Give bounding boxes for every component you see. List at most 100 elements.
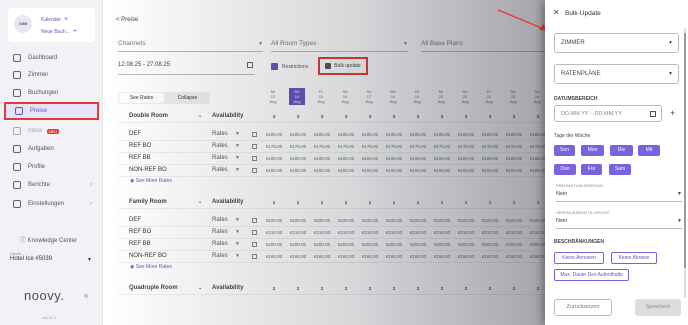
availability-cell[interactable]: 2	[457, 286, 475, 291]
price-cell[interactable]: €220.00	[409, 218, 427, 223]
weekday-friday[interactable]: Fre	[581, 164, 602, 175]
availability-cell[interactable]: 2	[433, 286, 451, 291]
price-cell[interactable]: €165.00	[457, 156, 475, 161]
date-column-header[interactable]: Sa 23 Aug	[505, 88, 521, 105]
availability-cell[interactable]: 1	[457, 200, 475, 205]
availability-cell[interactable]: 2	[481, 286, 499, 291]
room-types-select[interactable]: All Room Types ▼	[271, 40, 408, 52]
price-cell[interactable]: €220.00	[433, 218, 451, 223]
price-cell[interactable]: €220.00	[385, 218, 403, 223]
availability-cell[interactable]: 3	[409, 114, 427, 119]
price-cell[interactable]: €175.00	[433, 144, 451, 149]
collapse-sidebar-icon[interactable]: «	[84, 291, 88, 300]
availability-cell[interactable]: 1	[265, 200, 283, 205]
price-cell[interactable]: €200.00	[385, 242, 403, 247]
price-cell[interactable]: €220.00	[337, 218, 355, 223]
price-cell[interactable]: €155.00	[433, 168, 451, 173]
availability-cell[interactable]: 3	[481, 114, 499, 119]
price-cell[interactable]: €165.00	[265, 156, 283, 161]
copy-icon[interactable]	[252, 253, 257, 259]
price-cell[interactable]: €200.00	[265, 242, 283, 247]
availability-cell[interactable]: 2	[505, 286, 523, 291]
bulk-update-checkbox[interactable]: Bulk update	[318, 57, 368, 75]
copy-icon[interactable]	[252, 155, 257, 161]
price-cell[interactable]: €185.00	[289, 132, 307, 137]
channels-select[interactable]: Channels ▼	[118, 40, 263, 52]
availability-cell[interactable]: 2	[289, 286, 307, 291]
price-cell[interactable]: €185.00	[313, 132, 331, 137]
price-cell[interactable]: €210.00	[433, 230, 451, 235]
chevron-down-icon[interactable]: ▼	[235, 229, 240, 235]
price-cell[interactable]: €210.00	[337, 230, 355, 235]
price-cell[interactable]: €190.00	[433, 254, 451, 259]
price-cell[interactable]: €200.00	[505, 242, 523, 247]
sidebar-item-settings[interactable]: Einstellungen ›	[4, 197, 99, 211]
see-more-rates-link[interactable]: ◉ See More Rates	[130, 178, 172, 184]
copy-icon[interactable]	[252, 241, 257, 247]
price-cell[interactable]: €165.00	[409, 156, 427, 161]
price-cell[interactable]: €165.00	[337, 156, 355, 161]
price-cell[interactable]: €190.00	[457, 254, 475, 259]
availability-cell[interactable]: 3	[289, 114, 307, 119]
no-arrival-chip[interactable]: Keine Anreisen	[554, 252, 604, 264]
availability-cell[interactable]: 2	[313, 286, 331, 291]
chevron-down-icon[interactable]: ▼	[235, 143, 240, 149]
date-column-header[interactable]: So 17 Aug	[361, 88, 377, 105]
chevron-down-icon[interactable]: ▼	[235, 167, 240, 173]
availability-cell[interactable]: 3	[361, 114, 379, 119]
room-select[interactable]: ZIMMER ▼	[554, 33, 679, 53]
date-column-header[interactable]: Fr 15 Aug	[313, 88, 329, 105]
availability-cell[interactable]: 3	[313, 114, 331, 119]
chevron-down-icon[interactable]: ⌄	[198, 113, 202, 119]
chevron-down-icon[interactable]: ▼	[235, 217, 240, 223]
price-cell[interactable]: €190.00	[337, 254, 355, 259]
availability-update-select[interactable]: VERFÜGBARKEITS-UPDATE Nein ▼	[556, 210, 682, 229]
date-column-header[interactable]: Fr 22 Aug	[481, 88, 497, 105]
sidebar-item-prices[interactable]: Preise	[4, 102, 99, 120]
copy-icon[interactable]	[252, 217, 257, 223]
max-stay-chip[interactable]: Max. Dauer Des Aufenthalts	[554, 269, 629, 281]
price-cell[interactable]: €200.00	[457, 242, 475, 247]
availability-cell[interactable]: 1	[361, 200, 379, 205]
price-cell[interactable]: €200.00	[313, 242, 331, 247]
price-cell[interactable]: €220.00	[289, 218, 307, 223]
date-range-input[interactable]: 12.08.25 - 27.08.25	[118, 62, 255, 75]
availability-cell[interactable]: 1	[505, 200, 523, 205]
sidebar-item-reports[interactable]: Berichte ›	[4, 178, 99, 192]
chevron-down-icon[interactable]: ▼	[235, 131, 240, 137]
weekday-thursday[interactable]: Don	[554, 164, 576, 175]
availability-cell[interactable]: 3	[433, 114, 451, 119]
price-cell[interactable]: €210.00	[313, 230, 331, 235]
drawer-scrollbar[interactable]	[684, 28, 686, 298]
save-button[interactable]: Speichern	[635, 299, 681, 316]
date-column-header[interactable]: Mo 18 Aug	[385, 88, 401, 105]
copy-icon[interactable]	[252, 143, 257, 149]
chevron-down-icon[interactable]: ⌄	[198, 285, 202, 291]
weekday-wednesday[interactable]: Mit	[638, 145, 660, 156]
base-plans-select[interactable]: All Base Plans▼	[421, 40, 558, 52]
chevron-down-icon[interactable]: ▼	[235, 155, 240, 161]
see-more-rates-link[interactable]: ◉ See More Rates	[130, 264, 172, 270]
price-cell[interactable]: €210.00	[361, 230, 379, 235]
price-cell[interactable]: €220.00	[361, 218, 379, 223]
back-link[interactable]: < Preise	[116, 17, 138, 23]
price-cell[interactable]: €220.00	[505, 218, 523, 223]
price-cell[interactable]: €175.00	[313, 144, 331, 149]
price-cell[interactable]: €185.00	[505, 132, 523, 137]
chevron-down-icon[interactable]: ⌄	[198, 199, 202, 205]
price-cell[interactable]: €175.00	[361, 144, 379, 149]
price-update-select[interactable]: PREISAKTUALISIERUNG Nein ▼	[556, 183, 682, 202]
availability-cell[interactable]: 1	[409, 200, 427, 205]
price-cell[interactable]: €200.00	[289, 242, 307, 247]
price-cell[interactable]: €155.00	[265, 168, 283, 173]
sidebar-item-bookings[interactable]: Buchungen	[4, 86, 99, 100]
restrictions-checkbox[interactable]: Restrictions	[271, 63, 308, 70]
price-cell[interactable]: €155.00	[385, 168, 403, 173]
price-cell[interactable]: €155.00	[457, 168, 475, 173]
price-cell[interactable]: €155.00	[505, 168, 523, 173]
price-cell[interactable]: €190.00	[361, 254, 379, 259]
price-cell[interactable]: €185.00	[457, 132, 475, 137]
availability-cell[interactable]: 2	[385, 286, 403, 291]
price-cell[interactable]: €210.00	[289, 230, 307, 235]
sidebar-item-tasks[interactable]: Aufgaben	[4, 142, 99, 156]
